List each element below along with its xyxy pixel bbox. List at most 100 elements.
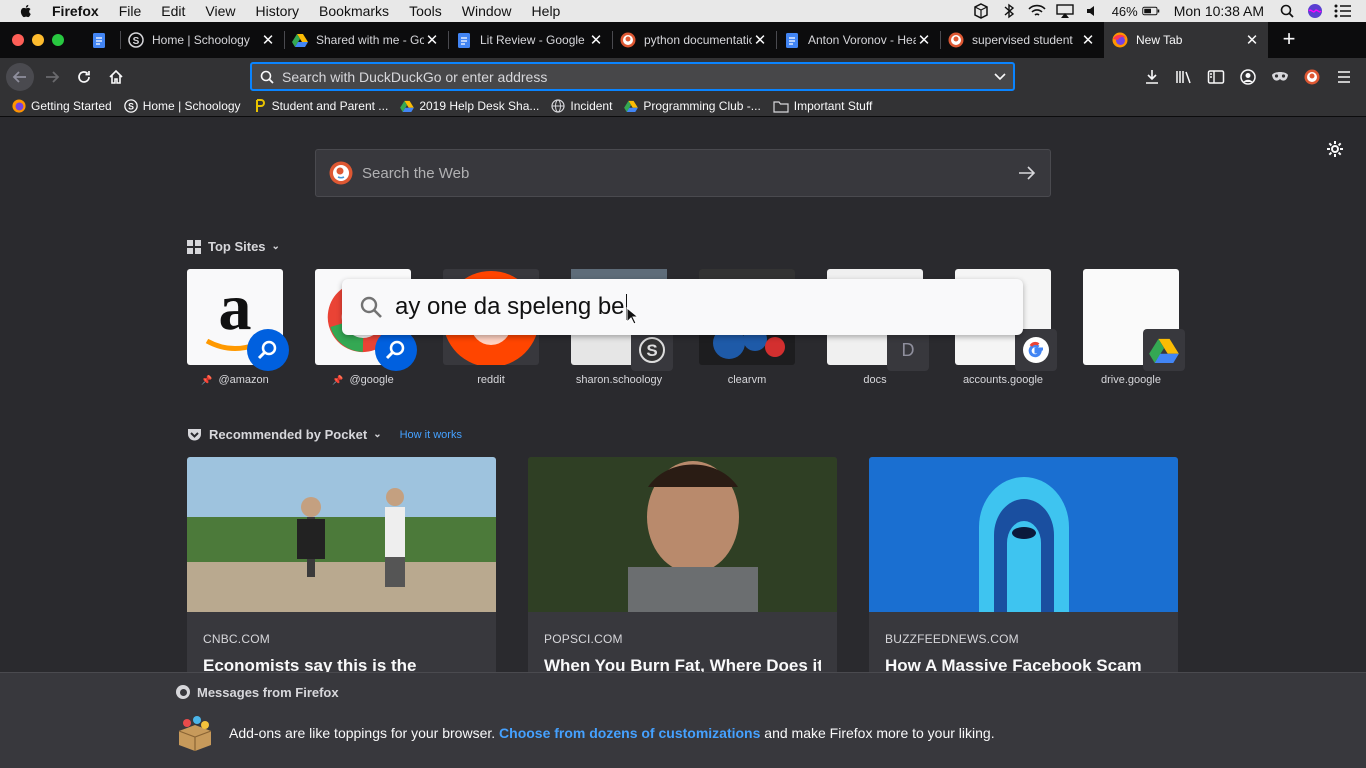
zoom-window-button[interactable] [52, 34, 64, 46]
battery-percent: 46% [1111, 3, 1138, 19]
site-label: drive.google [1101, 374, 1161, 386]
pocket-card[interactable]: CNBC.COM Economists say this is the [187, 457, 496, 687]
clock[interactable]: Mon 10:38 AM [1174, 3, 1264, 19]
bookmark-important-stuff[interactable]: Important Stuff [773, 99, 872, 113]
menu-app-name[interactable]: Firefox [52, 3, 99, 19]
menu-view[interactable]: View [205, 3, 235, 19]
battery-icon[interactable] [1142, 2, 1160, 20]
tab-pinned-docs[interactable] [86, 22, 120, 58]
cube-icon[interactable] [972, 2, 990, 20]
google-docs-icon [91, 32, 107, 48]
menu-help[interactable]: Help [532, 3, 561, 19]
wifi-icon[interactable] [1028, 2, 1046, 20]
library-icon[interactable] [1168, 63, 1200, 91]
menu-bookmarks[interactable]: Bookmarks [319, 3, 389, 19]
customizations-link[interactable]: Choose from dozens of customizations [499, 725, 760, 741]
tab-close-icon[interactable]: ✕ [1080, 31, 1096, 49]
new-tab-page: Search the Web Top Sites ⌄ a 📌 @amazon 📌 @… [0, 118, 1366, 768]
bookmark-programming-club[interactable]: Programming Club -... [624, 99, 761, 113]
address-bar[interactable] [250, 62, 1015, 91]
tab-title: Anton Voronov - Hea [808, 33, 916, 47]
tab-close-icon[interactable]: ✕ [916, 31, 932, 49]
article-image [187, 457, 496, 612]
forward-button[interactable] [38, 63, 66, 91]
bookmark-incident[interactable]: Incident [551, 99, 612, 113]
hamburger-menu-icon[interactable] [1328, 63, 1360, 91]
chevron-down-icon[interactable]: ⌄ [373, 429, 381, 440]
tab-schoology[interactable]: S Home | Schoology ✕ [120, 22, 284, 58]
pocket-card[interactable]: POPSCI.COM When You Burn Fat, Where Does… [528, 457, 837, 687]
home-button[interactable] [102, 63, 130, 91]
url-input[interactable] [282, 68, 987, 85]
tab-anton-voronov[interactable]: Anton Voronov - Hea ✕ [776, 22, 940, 58]
message-snippet: Add-ons are like toppings for your brows… [175, 713, 995, 753]
back-button[interactable] [6, 63, 34, 91]
pocket-cards: CNBC.COM Economists say this is the POPS… [187, 457, 1178, 687]
close-window-button[interactable] [12, 34, 24, 46]
web-search-box[interactable]: Search the Web [315, 149, 1051, 197]
siri-icon[interactable] [1306, 2, 1324, 20]
top-sites-heading[interactable]: Top Sites ⌄ [187, 239, 280, 254]
tab-lit-review[interactable]: Lit Review - Google Do ✕ [448, 22, 612, 58]
pocket-card[interactable]: BUZZFEEDNEWS.COM How A Massive Facebook … [869, 457, 1178, 687]
pocket-heading[interactable]: Recommended by Pocket ⌄ How it works [187, 427, 462, 442]
arrow-right-icon[interactable] [1004, 166, 1050, 180]
menu-edit[interactable]: Edit [161, 3, 185, 19]
duckduckgo-extension-icon[interactable] [1296, 63, 1328, 91]
tab-supervised-student[interactable]: supervised student ✕ [940, 22, 1104, 58]
site-tile[interactable]: a [187, 269, 289, 371]
status-area: 46% Mon 10:38 AM [962, 0, 1366, 22]
firefox-glyph-icon [175, 684, 191, 700]
bookmark-schoology[interactable]: S Home | Schoology [123, 99, 241, 113]
gear-icon[interactable] [1326, 140, 1344, 163]
notification-center-icon[interactable] [1334, 2, 1352, 20]
article-source: CNBC.COM [203, 632, 270, 646]
top-site-drive-google[interactable]: drive.google [1083, 269, 1185, 386]
search-shortcut-icon [247, 329, 289, 371]
new-tab-button[interactable]: + [1274, 25, 1304, 55]
how-it-works-link[interactable]: How it works [400, 429, 462, 441]
menu-window[interactable]: Window [462, 3, 512, 19]
downloads-icon[interactable] [1136, 63, 1168, 91]
bookmark-label: 2019 Help Desk Sha... [419, 99, 540, 113]
search-icon [252, 70, 282, 84]
tab-close-icon[interactable]: ✕ [424, 31, 440, 49]
google-docs-icon [456, 32, 472, 48]
tab-close-icon[interactable]: ✕ [1244, 31, 1260, 49]
account-icon[interactable] [1232, 63, 1264, 91]
tab-close-icon[interactable]: ✕ [260, 31, 276, 49]
tab-python-docs[interactable]: python documentation ✕ [612, 22, 776, 58]
sidebar-icon[interactable] [1200, 63, 1232, 91]
bookmark-getting-started[interactable]: Getting Started [12, 99, 112, 113]
site-label: clearvm [727, 374, 767, 386]
chevron-down-icon[interactable]: ⌄ [272, 241, 280, 252]
volume-icon[interactable] [1084, 2, 1102, 20]
tab-close-icon[interactable]: ✕ [588, 31, 604, 49]
airplay-icon[interactable] [1055, 2, 1074, 20]
bluetooth-icon[interactable] [1000, 2, 1018, 20]
duckduckgo-icon [620, 32, 636, 48]
spotlight-icon[interactable] [1278, 2, 1296, 20]
minimize-window-button[interactable] [32, 34, 44, 46]
top-site-amazon[interactable]: a 📌 @amazon [187, 269, 289, 386]
reload-button[interactable] [70, 63, 98, 91]
tab-shared-with-me[interactable]: Shared with me - Goo ✕ [284, 22, 448, 58]
tab-title: Home | Schoology [152, 33, 250, 47]
typed-text-overlay[interactable]: ay one da speleng be [342, 279, 1023, 335]
bookmark-student-parent[interactable]: Student and Parent ... [253, 99, 389, 113]
private-mask-icon[interactable] [1264, 63, 1296, 91]
bookmark-help-desk[interactable]: 2019 Help Desk Sha... [400, 99, 539, 113]
bookmark-label: Student and Parent ... [271, 99, 389, 113]
chevron-down-icon[interactable] [987, 72, 1013, 81]
firefox-icon [12, 99, 26, 113]
tab-close-icon[interactable]: ✕ [752, 31, 768, 49]
site-tile[interactable] [1083, 269, 1185, 371]
menu-tools[interactable]: Tools [409, 3, 442, 19]
tab-new-tab[interactable]: New Tab ✕ [1104, 22, 1268, 58]
macos-menu-bar: Firefox File Edit View History Bookmarks… [0, 0, 1366, 22]
folder-icon [773, 99, 789, 113]
duckduckgo-logo-icon [329, 161, 353, 185]
menu-history[interactable]: History [255, 3, 299, 19]
apple-icon[interactable] [18, 3, 34, 19]
menu-file[interactable]: File [119, 3, 142, 19]
